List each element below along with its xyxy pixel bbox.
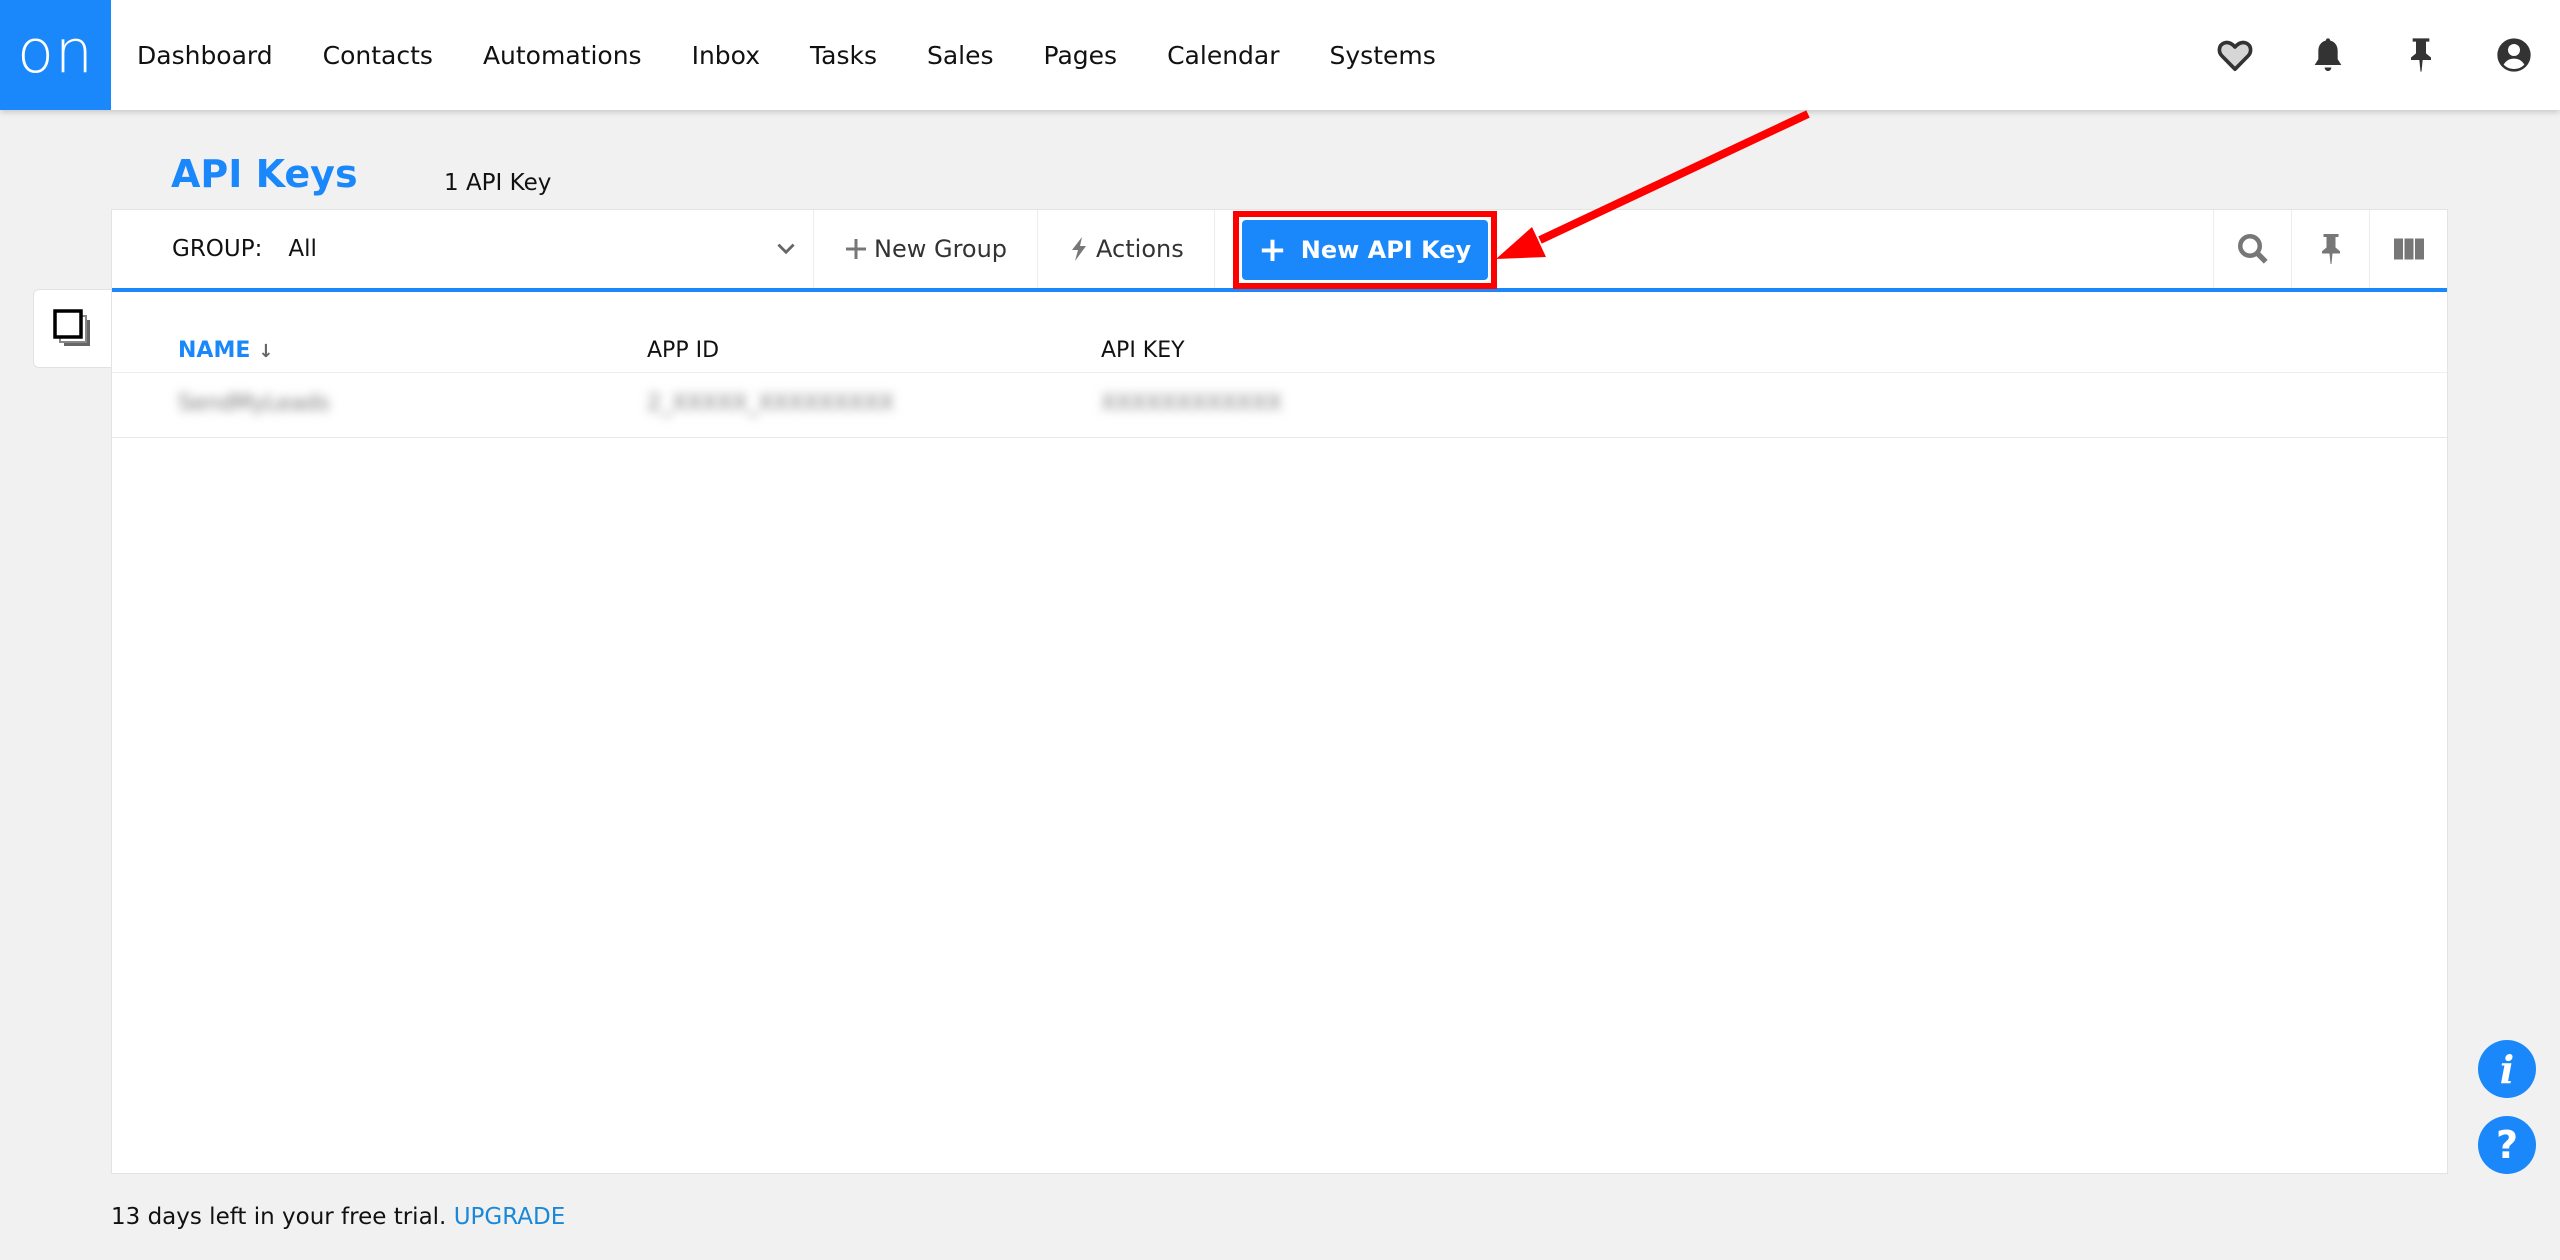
column-header-name[interactable]: NAME ↓ <box>178 338 273 363</box>
sort-arrow-icon: ↓ <box>258 340 274 362</box>
app-logo[interactable]: on <box>0 0 111 110</box>
nav-item-dashboard[interactable]: Dashboard <box>137 41 273 70</box>
upgrade-link[interactable]: UPGRADE <box>454 1204 566 1230</box>
new-group-label: New Group <box>874 235 1008 263</box>
favorites-button[interactable] <box>2188 0 2281 110</box>
group-label: GROUP: <box>172 236 263 262</box>
nav-item-tasks[interactable]: Tasks <box>810 41 877 70</box>
toolbar: GROUP: All New Group Actions + New API K… <box>112 210 2447 292</box>
info-icon: i <box>2499 1046 2515 1092</box>
table-row[interactable]: SendMyLeads 2_XXXXX_XXXXXXXXX XXXXXXXXXX… <box>112 372 2447 438</box>
heart-icon <box>2217 40 2252 71</box>
group-select[interactable]: GROUP: All <box>112 210 814 288</box>
plus-icon <box>844 237 868 261</box>
page-title: API Keys <box>171 152 358 196</box>
help-button[interactable]: ? <box>2478 1116 2536 1174</box>
user-account-icon <box>2496 38 2531 72</box>
main-nav: Dashboard Contacts Automations Inbox Tas… <box>137 0 1486 110</box>
trial-notice: 13 days left in your free trial. UPGRADE <box>111 1204 565 1230</box>
nav-item-systems[interactable]: Systems <box>1330 41 1436 70</box>
chevron-down-icon <box>777 243 795 255</box>
api-keys-panel: GROUP: All New Group Actions + New API K… <box>111 209 2448 1174</box>
new-api-key-button[interactable]: + New API Key <box>1241 220 1488 280</box>
actions-button[interactable]: Actions <box>1038 210 1215 288</box>
pin-icon <box>2410 38 2431 72</box>
plus-icon: + <box>1258 230 1287 270</box>
top-icon-group <box>2188 0 2560 110</box>
column-header-api-key[interactable]: API KEY <box>1101 338 1185 363</box>
record-count: 1 API Key <box>444 170 552 196</box>
cell-name: SendMyLeads <box>178 391 330 416</box>
side-panel-toggle[interactable] <box>33 289 111 368</box>
group-value: All <box>288 236 317 262</box>
search-button[interactable] <box>2213 210 2291 288</box>
actions-label: Actions <box>1096 235 1184 263</box>
account-button[interactable] <box>2467 0 2560 110</box>
nav-item-inbox[interactable]: Inbox <box>692 41 760 70</box>
new-api-key-label: New API Key <box>1300 236 1472 264</box>
search-icon <box>2237 234 2268 264</box>
column-header-app-id[interactable]: APP ID <box>647 338 719 363</box>
pin-button[interactable] <box>2374 0 2467 110</box>
pin-view-button[interactable] <box>2291 210 2369 288</box>
columns-button[interactable] <box>2369 210 2447 288</box>
info-button[interactable]: i <box>2478 1040 2536 1098</box>
pin-icon <box>2321 234 2340 264</box>
table-header: NAME ↓ APP ID API KEY <box>112 328 2447 372</box>
new-group-button[interactable]: New Group <box>814 210 1039 288</box>
copy-layers-icon <box>52 308 90 346</box>
bell-icon <box>2314 38 2341 71</box>
toolbar-right-icons <box>2213 210 2447 288</box>
nav-item-automations[interactable]: Automations <box>483 41 642 70</box>
nav-item-contacts[interactable]: Contacts <box>323 41 433 70</box>
column-name-label: NAME <box>178 337 251 363</box>
notifications-button[interactable] <box>2281 0 2374 110</box>
nav-item-pages[interactable]: Pages <box>1044 41 1118 70</box>
nav-item-calendar[interactable]: Calendar <box>1167 41 1279 70</box>
nav-item-sales[interactable]: Sales <box>927 41 994 70</box>
top-nav-bar: on Dashboard Contacts Automations Inbox … <box>0 0 2560 110</box>
columns-icon <box>2393 238 2424 260</box>
help-icon: ? <box>2495 1123 2519 1167</box>
logo-text: on <box>17 17 94 87</box>
trial-text: 13 days left in your free trial. <box>111 1204 447 1230</box>
annotation-highlight-box: + New API Key <box>1232 211 1497 289</box>
lightning-icon <box>1068 236 1090 262</box>
cell-api-key: XXXXXXXXXXXX <box>1101 391 1282 416</box>
cell-app-id: 2_XXXXX_XXXXXXXXX <box>647 391 894 416</box>
